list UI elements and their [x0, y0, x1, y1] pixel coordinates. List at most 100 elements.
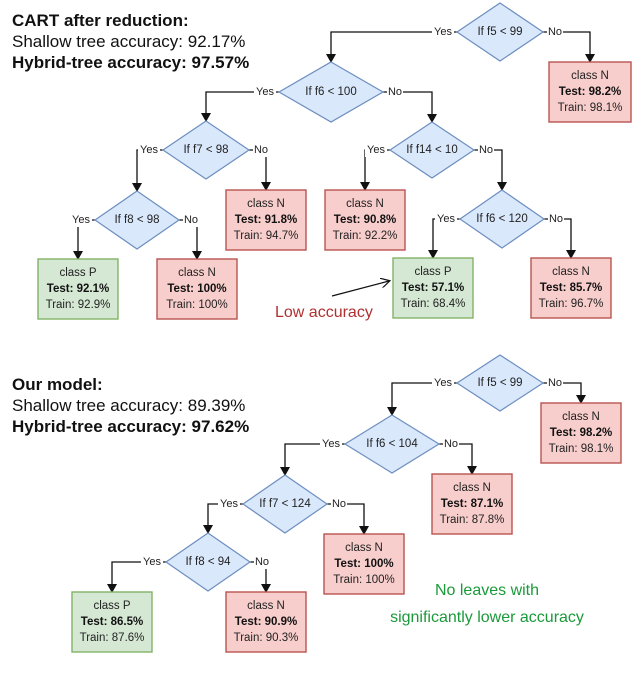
ours-decision-node: If f7 < 124	[241, 474, 329, 534]
leaf-test-accuracy: Test: 85.7%	[540, 282, 602, 294]
yes-label: Yes	[434, 377, 452, 389]
cart-decision-node: If f7 < 98	[161, 120, 251, 180]
leaf-test-accuracy: Test: 86.5%	[81, 616, 143, 628]
leaf-test-accuracy: Test: 98.2%	[559, 86, 621, 98]
nodes-layer: If f5 < 99 If f6 < 100 If f7 < 98 If f8 < 9…	[37, 2, 632, 653]
no-label: No	[332, 498, 346, 510]
no-edge: No	[327, 497, 369, 535]
cart-leaf-node: class N Test: 98.2% Train: 98.1%	[548, 61, 632, 123]
leaf-test-accuracy: Test: 92.1%	[47, 283, 109, 295]
no-leaves-annotation-line2: significantly lower accuracy	[390, 609, 584, 626]
ours-decision-node: If f8 < 94	[164, 532, 252, 592]
no-edge: No	[383, 85, 437, 123]
leaf-train-accuracy: Train: 100%	[333, 574, 395, 586]
cart-decision-node: If f14 < 10	[388, 121, 476, 179]
yes-label: Yes	[437, 213, 455, 225]
decision-condition: If f14 < 10	[406, 144, 457, 156]
leaf-class: class N	[562, 411, 600, 423]
decision-condition: If f6 < 100	[305, 86, 356, 98]
yes-edge: Yes	[107, 555, 166, 593]
leaf-class: class N	[247, 198, 285, 210]
no-label: No	[184, 214, 198, 226]
leaf-class: class N	[552, 266, 590, 278]
yes-label: Yes	[322, 438, 340, 450]
yes-edge: Yes	[201, 85, 279, 122]
no-leaves-annotation-line1: No leaves with	[435, 582, 539, 599]
cart-leaf-node: class P Test: 57.1% Train: 68.4%	[392, 257, 474, 319]
leaf-class: class P	[414, 266, 451, 278]
no-edge: No	[179, 213, 202, 260]
no-label: No	[255, 556, 269, 568]
yes-edge: Yes	[203, 497, 243, 534]
yes-edge: Yes	[387, 376, 457, 416]
ours-decision-node: If f5 < 99	[455, 354, 545, 412]
yes-label: Yes	[367, 144, 385, 156]
ours-leaf-node: class P Test: 86.5% Train: 87.6%	[71, 591, 153, 653]
ours-decision-node: If f6 < 104	[343, 414, 441, 474]
leaf-train-accuracy: Train: 98.1%	[558, 102, 623, 114]
yes-label: Yes	[220, 498, 238, 510]
leaf-class: class P	[59, 267, 96, 279]
no-edge: No	[474, 143, 507, 191]
leaf-test-accuracy: Test: 90.9%	[235, 616, 297, 628]
decision-condition: If f6 < 120	[476, 213, 527, 225]
yes-edge: Yes	[360, 143, 390, 191]
decision-condition: If f6 < 104	[366, 438, 418, 450]
leaf-train-accuracy: Train: 68.4%	[401, 298, 466, 310]
leaf-class: class N	[247, 600, 285, 612]
no-label: No	[548, 377, 562, 389]
cart-leaf-node: class P Test: 92.1% Train: 92.9%	[37, 258, 119, 320]
leaf-train-accuracy: Train: 98.1%	[549, 443, 614, 455]
leaf-train-accuracy: Train: 87.8%	[440, 514, 505, 526]
leaf-train-accuracy: Train: 87.6%	[80, 632, 145, 644]
notes-layer: Low accuracy No leaves with significantl…	[275, 281, 584, 626]
cart-leaf-node: class N Test: 100% Train: 100%	[156, 258, 238, 320]
no-label: No	[254, 144, 268, 156]
no-edge: No	[249, 143, 271, 191]
no-label: No	[549, 213, 563, 225]
leaf-test-accuracy: Test: 57.1%	[402, 282, 464, 294]
yes-edge: Yes	[70, 213, 95, 260]
yes-edge: Yes	[280, 437, 345, 476]
no-label: No	[444, 438, 458, 450]
no-edge: No	[543, 25, 595, 63]
leaf-class: class P	[93, 600, 130, 612]
yes-label: Yes	[72, 214, 90, 226]
cart-decision-node: If f5 < 99	[455, 2, 545, 62]
decision-condition: If f7 < 124	[259, 498, 311, 510]
leaf-train-accuracy: Train: 94.7%	[234, 230, 299, 242]
decision-condition: If f8 < 94	[185, 556, 231, 568]
cart-decision-node: If f6 < 120	[458, 189, 546, 249]
yes-label: Yes	[143, 556, 161, 568]
leaf-train-accuracy: Train: 90.3%	[234, 632, 299, 644]
leaf-test-accuracy: Test: 90.8%	[334, 214, 396, 226]
decision-condition: If f5 < 99	[477, 377, 522, 389]
no-label: No	[548, 26, 562, 38]
decision-condition: If f7 < 98	[183, 144, 228, 156]
no-edge: No	[544, 212, 576, 259]
yes-label: Yes	[434, 26, 452, 38]
decision-tree-diagram: Yes No Yes No Yes No Yes No Yes No Yes No Yes No Yes No…	[37, 2, 632, 653]
cart-decision-node: If f6 < 100	[277, 61, 385, 123]
no-edge: No	[543, 376, 586, 404]
leaf-test-accuracy: Test: 91.8%	[235, 214, 297, 226]
ours-leaf-node: class N Test: 87.1% Train: 87.8%	[431, 473, 513, 535]
decision-condition: If f8 < 98	[114, 214, 159, 226]
yes-label: Yes	[140, 144, 158, 156]
leaf-class: class N	[571, 70, 609, 82]
no-edge: No	[439, 437, 477, 475]
leaf-test-accuracy: Test: 98.2%	[550, 427, 612, 439]
leaf-class: class N	[453, 482, 491, 494]
leaf-class: class N	[346, 198, 384, 210]
leaf-train-accuracy: Train: 100%	[166, 299, 228, 311]
ours-leaf-node: class N Test: 100% Train: 100%	[323, 533, 405, 595]
low-accuracy-annotation: Low accuracy	[275, 304, 373, 321]
ours-leaf-node: class N Test: 98.2% Train: 98.1%	[540, 402, 622, 464]
no-edge: No	[250, 555, 271, 593]
leaf-train-accuracy: Train: 92.2%	[333, 230, 398, 242]
no-label: No	[479, 144, 493, 156]
leaf-test-accuracy: Test: 87.1%	[441, 498, 503, 510]
low-accuracy-pointer	[331, 281, 389, 297]
decision-condition: If f5 < 99	[477, 26, 522, 38]
yes-label: Yes	[256, 86, 274, 98]
